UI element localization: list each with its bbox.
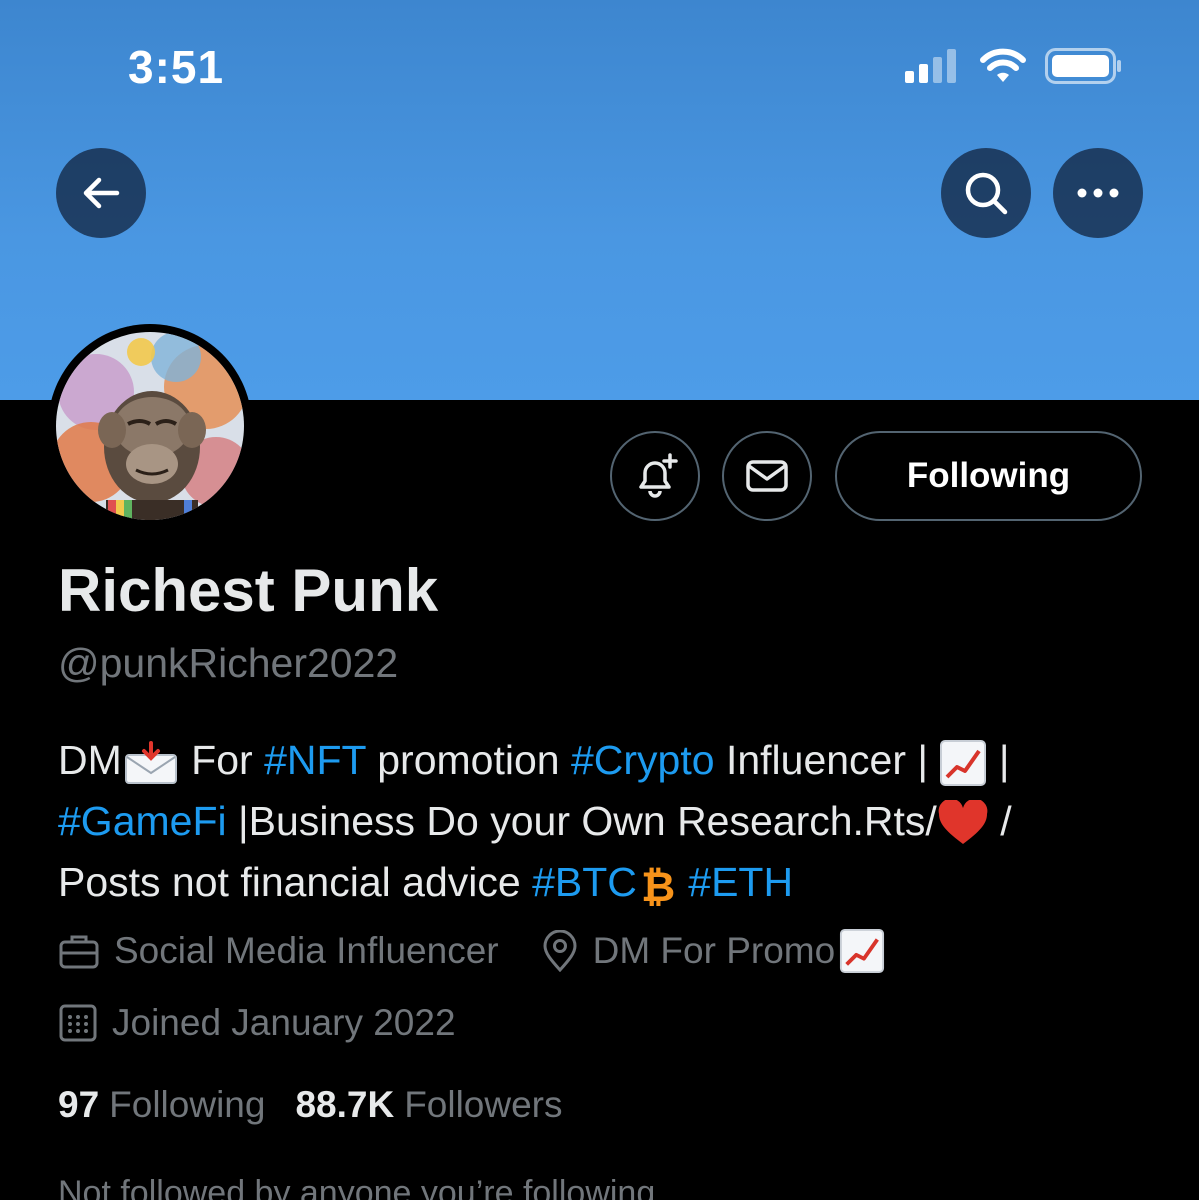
bio-text: |	[998, 737, 1010, 783]
calendar-icon	[58, 1003, 98, 1043]
followers-count-link[interactable]: 88.7K Followers	[295, 1084, 562, 1126]
following-button[interactable]: Following	[835, 431, 1142, 521]
briefcase-icon	[58, 931, 100, 971]
hashtag-link[interactable]: #NFT	[264, 737, 366, 783]
avatar[interactable]	[48, 324, 252, 528]
bio-text: /	[1000, 798, 1012, 844]
location-text: DM For Promo	[592, 930, 836, 971]
username-handle: @punkRicher2022	[58, 640, 399, 686]
arrow-left-icon	[83, 177, 120, 209]
hashtag-link[interactable]: #Crypto	[571, 737, 715, 783]
battery-icon	[1045, 48, 1121, 84]
bio-text: promotion	[377, 737, 560, 783]
notifications-button[interactable]	[610, 431, 700, 521]
hashtag-link[interactable]: #GameFi	[58, 798, 227, 844]
hashtag-link[interactable]: #ETH	[688, 859, 793, 905]
heart-emoji-icon	[938, 800, 988, 845]
chart-increasing-emoji-icon	[940, 740, 987, 787]
svg-text:₿: ₿	[641, 862, 675, 909]
following-label: Following	[109, 1084, 266, 1125]
envelope-icon	[746, 460, 788, 492]
display-name: Richest Punk	[58, 557, 439, 624]
status-icons	[905, 48, 1123, 84]
following-count: 97	[58, 1084, 100, 1125]
message-button[interactable]	[722, 431, 812, 521]
chart-increasing-emoji-icon	[840, 928, 885, 974]
search-icon	[965, 172, 1008, 215]
joined-date: Joined January 2022	[112, 1002, 456, 1043]
following-count-link[interactable]: 97 Following	[58, 1084, 265, 1126]
profile-bio: DM For #NFT promotion #Crypto Influencer…	[58, 730, 1148, 913]
bio-text: Influencer |	[725, 737, 929, 783]
wifi-icon	[980, 48, 1026, 82]
bio-text: For	[191, 737, 253, 783]
bitcoin-icon: ₿	[641, 862, 675, 909]
location-pin-icon	[541, 930, 579, 972]
followers-count: 88.7K	[295, 1084, 395, 1125]
bio-text: |Business Do your Own Research.Rts/	[238, 798, 937, 844]
hashtag-link[interactable]: #BTC	[532, 859, 637, 905]
occupation-text: Social Media Influencer	[114, 930, 499, 971]
more-dots-icon	[1077, 188, 1119, 198]
bell-plus-icon	[639, 453, 678, 498]
mutual-followers-note: Not followed by anyone you’re following	[58, 1174, 656, 1200]
profile-meta-row: Joined January 2022	[58, 1002, 456, 1044]
signal-icon	[905, 49, 956, 83]
search-button[interactable]	[941, 148, 1031, 238]
status-time: 3:51	[128, 41, 225, 93]
more-options-button[interactable]	[1053, 148, 1143, 238]
back-button[interactable]	[56, 148, 146, 238]
follow-stats: 97 Following 88.7K Followers	[58, 1084, 593, 1126]
followers-label: Followers	[404, 1084, 563, 1125]
bio-text: Posts not financial advice	[58, 859, 521, 905]
avatar-image	[56, 332, 244, 520]
bio-text: DM	[58, 737, 122, 783]
profile-meta-row: Social Media Influencer DM For Promo	[58, 928, 885, 974]
envelope-arrow-emoji-icon	[124, 741, 177, 785]
